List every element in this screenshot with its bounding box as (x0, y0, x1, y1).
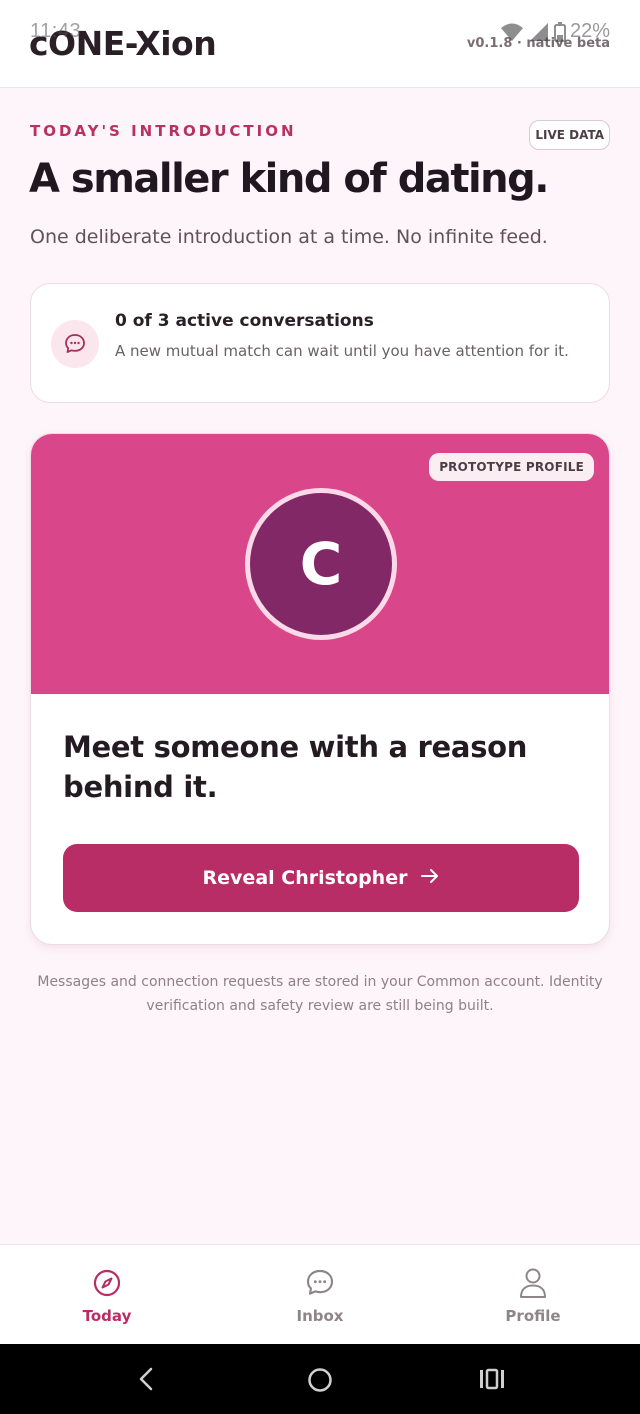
chat-bubble-icon (51, 320, 99, 368)
nav-label-profile: Profile (505, 1307, 561, 1325)
nav-label-inbox: Inbox (296, 1307, 344, 1325)
storage-footnote: Messages and connection requests are sto… (37, 974, 603, 1014)
section-eyebrow: TODAY'S INTRODUCTION (30, 122, 297, 140)
wifi-icon (500, 22, 524, 42)
introduction-card: PROTOTYPE PROFILE C Meet someone with a … (30, 433, 610, 945)
prototype-profile-badge: PROTOTYPE PROFILE (429, 453, 594, 481)
signal-icon (528, 22, 550, 42)
chat-bubble-icon (304, 1267, 336, 1299)
system-nav-bar (0, 1344, 640, 1414)
nav-item-inbox[interactable]: Inbox (250, 1245, 390, 1345)
home-icon[interactable] (306, 1366, 334, 1398)
reveal-button-label: Reveal Christopher (202, 867, 408, 889)
profile-hero: PROTOTYPE PROFILE C (31, 434, 609, 694)
app-header: cONE-Xion 11:43 v0.1.8 · native beta 22% (0, 0, 640, 88)
back-icon[interactable] (136, 1366, 156, 1396)
arrow-right-icon (421, 867, 439, 889)
compass-icon (92, 1267, 122, 1299)
page-headline: A smaller kind of dating. (29, 156, 549, 202)
nav-label-today: Today (82, 1307, 132, 1325)
reveal-profile-button[interactable]: Reveal Christopher (63, 844, 579, 912)
battery-percent: 22% (569, 20, 610, 42)
nav-item-profile[interactable]: Profile (463, 1245, 603, 1345)
page-subhead: One deliberate introduction at a time. N… (30, 226, 548, 248)
conversation-limit-card: 0 of 3 active conversations A new mutual… (30, 283, 610, 403)
user-icon (518, 1267, 548, 1299)
notice-title: 0 of 3 active conversations (115, 311, 374, 331)
notice-body: A new mutual match can wait until you ha… (115, 342, 569, 360)
status-time: 11:43 (30, 20, 82, 42)
recents-icon[interactable] (478, 1366, 506, 1396)
nav-item-today[interactable]: Today (37, 1245, 177, 1345)
battery-icon (553, 21, 566, 42)
bottom-nav: Today Inbox Profile (0, 1244, 640, 1344)
live-data-badge: LIVE DATA (529, 120, 610, 150)
intro-card-title: Meet someone with a reason behind it. (63, 730, 528, 804)
status-indicators: 22% (500, 20, 610, 43)
avatar: C (245, 488, 397, 640)
